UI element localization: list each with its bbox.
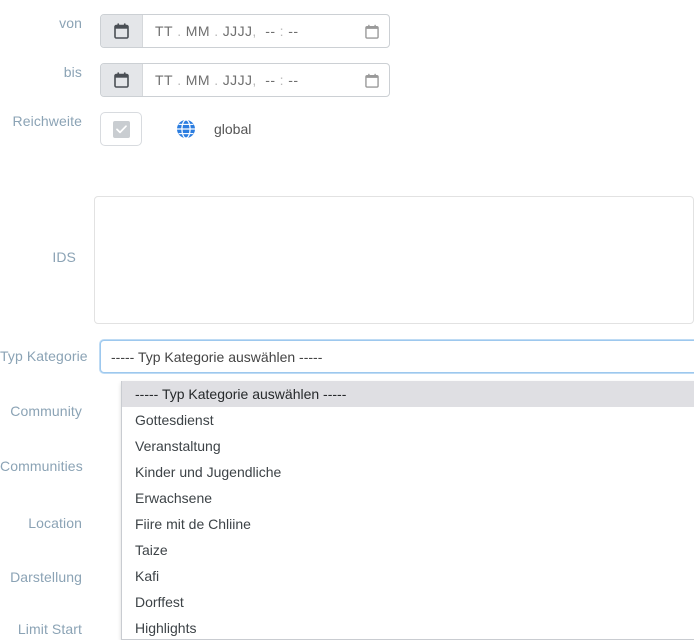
date-sep-2: . [209,23,223,39]
field-typ-kategorie: ----- Typ Kategorie auswählen ----- [100,340,694,373]
calendar-picker-button-bis[interactable] [101,64,143,96]
dropdown-option[interactable]: Taize [122,537,694,563]
label-ids: IDS [52,249,76,265]
label-von: von [59,15,82,31]
row-bis: bis TT . MM . JJJJ , --: -- [0,63,694,97]
dropdown-option[interactable]: Highlights [122,615,694,639]
dropdown-option[interactable]: Kafi [122,563,694,589]
dropdown-option[interactable]: Erwachsene [122,485,694,511]
date-sep-2: . [209,72,223,88]
dropdown-option[interactable]: ----- Typ Kategorie auswählen ----- [122,381,694,407]
date-month-von[interactable]: MM [186,23,210,39]
label-limit-start: Limit Start [17,621,82,637]
datetime-input-von[interactable]: TT . MM . JJJJ , -- : -- [143,15,355,47]
row-von: von TT . MM . JJJJ , --: -- [0,14,694,48]
date-year-von[interactable]: JJJJ [223,23,253,39]
calendar-icon-button-bis[interactable] [355,64,389,96]
field-ids [94,196,694,327]
date-sep-3: , [252,23,266,39]
typ-kategorie-selected-value: ----- Typ Kategorie auswählen ----- [111,348,323,365]
dropdown-option[interactable]: Fiire mit de Chliine [122,511,694,537]
field-reichweite: global [100,112,694,146]
calendar-icon [365,24,379,39]
field-bis: TT . MM . JJJJ , -- : -- [100,63,694,97]
calendar-icon [365,73,379,88]
calendar-icon [114,72,129,88]
filter-form: von TT . MM . JJJJ , --: -- bis TT . MM… [0,0,694,640]
row-reichweite: Reichweite global [0,112,694,146]
date-hour-von[interactable]: -- [265,23,275,39]
reichweite-control-group: global [100,112,694,146]
ids-textarea[interactable] [94,196,694,324]
datetime-input-bis[interactable]: TT . MM . JJJJ , -- : -- [143,64,355,96]
datetime-group-bis[interactable]: TT . MM . JJJJ , -- : -- [100,63,390,97]
date-year-bis[interactable]: JJJJ [223,72,253,88]
row-typ-kategorie: Typ Kategorie ----- Typ Kategorie auswäh… [0,340,694,373]
checkmark-icon [112,120,130,138]
label-typ-kategorie: Typ Kategorie [0,348,88,364]
field-von: TT . MM . JJJJ , -- : -- [100,14,694,48]
reichweite-checkbox[interactable] [100,112,142,146]
label-reichweite: Reichweite [12,113,82,129]
label-community: Community [10,403,82,419]
date-sep-4: : [275,72,289,88]
calendar-icon-button-von[interactable] [355,15,389,47]
date-month-bis[interactable]: MM [186,72,210,88]
label-darstellung: Darstellung [10,569,82,585]
typ-kategorie-select[interactable]: ----- Typ Kategorie auswählen ----- [100,340,694,373]
globe-icon [176,119,196,139]
calendar-picker-button-von[interactable] [101,15,143,47]
date-sep-3: , [252,72,266,88]
typ-kategorie-dropdown[interactable]: ----- Typ Kategorie auswählen ----- Gotte… [121,381,694,640]
date-day-bis[interactable]: TT [155,72,173,88]
dropdown-option[interactable]: Dorffest [122,589,694,615]
dropdown-option[interactable]: Gottesdienst [122,407,694,433]
date-day-von[interactable]: TT [155,23,173,39]
date-sep-1: . [172,72,186,88]
dropdown-option[interactable]: Kinder und Jugendliche [122,459,694,485]
date-hour-bis[interactable]: -- [265,72,275,88]
datetime-group-von[interactable]: TT . MM . JJJJ , -- : -- [100,14,390,48]
reichweite-scope-label: global [214,121,252,137]
dropdown-option[interactable]: Veranstaltung [122,433,694,459]
calendar-icon [114,23,129,39]
date-sep-1: . [172,23,186,39]
date-minute-von[interactable]: -- [288,23,298,39]
date-sep-4: : [275,23,289,39]
row-ids: IDS [0,196,694,327]
label-bis: bis [63,64,82,80]
label-location: Location [28,515,82,531]
date-minute-bis[interactable]: -- [288,72,298,88]
label-communities: Communities [0,458,83,474]
